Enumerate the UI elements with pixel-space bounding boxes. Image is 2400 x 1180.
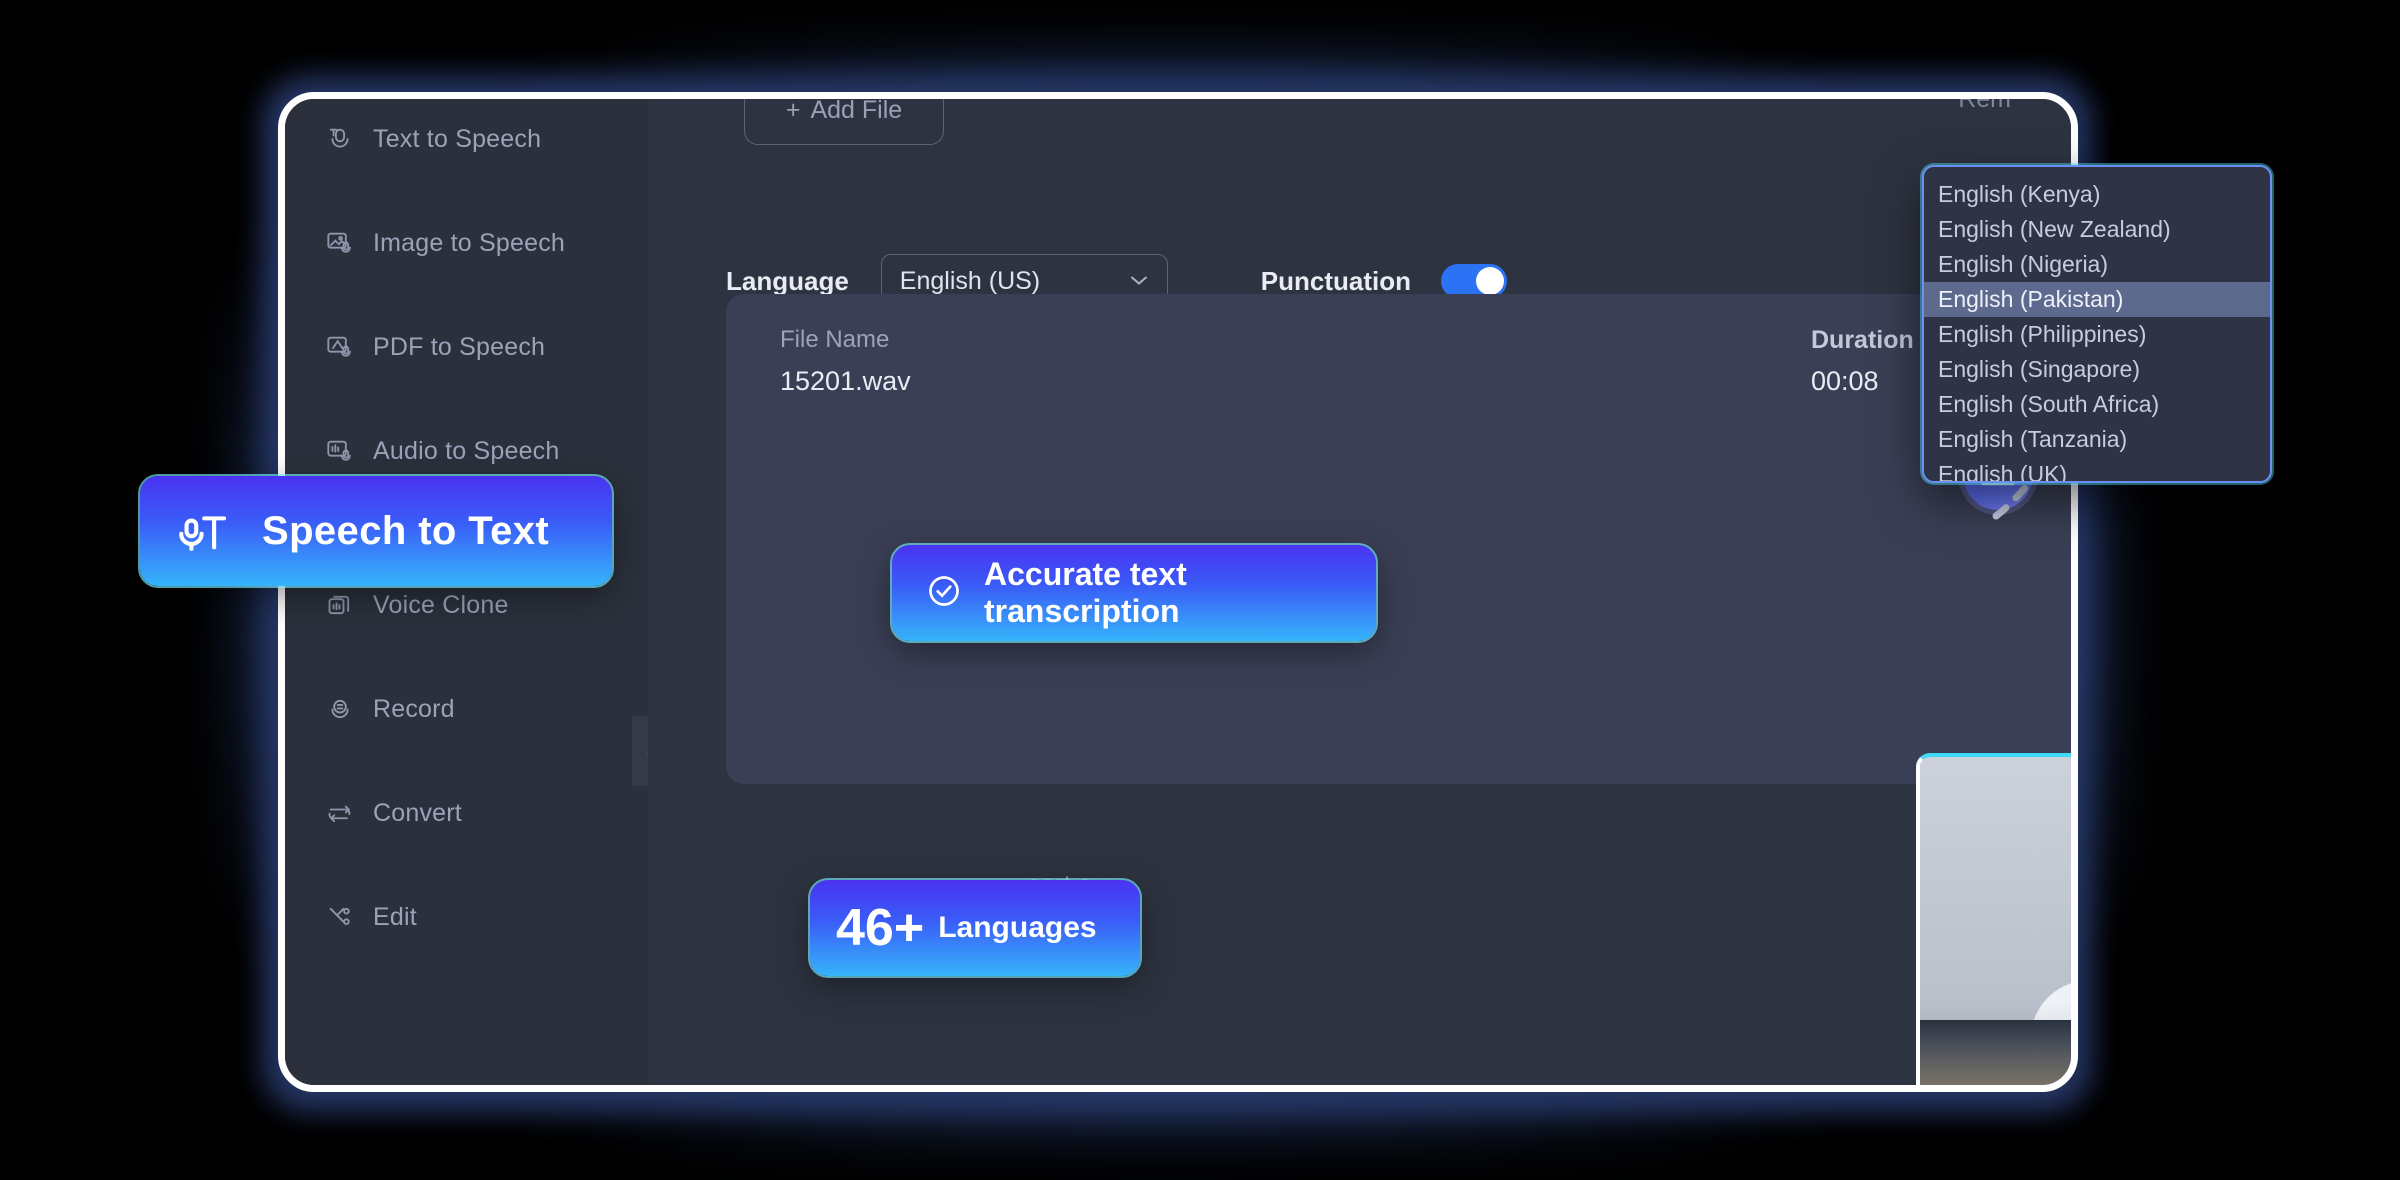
speech-to-text-badge[interactable]: Speech to Text — [138, 474, 614, 588]
sidebar-item-label: Audio to Speech — [373, 436, 560, 465]
languages-count: 46+ — [836, 899, 925, 957]
check-circle-icon — [926, 573, 962, 614]
file-name-value: 15201.wav — [780, 366, 911, 396]
sidebar-item-label: Voice Clone — [373, 590, 509, 619]
add-file-label: Add File — [810, 95, 903, 124]
language-select-value: English (US) — [899, 266, 1041, 295]
sidebar-item-convert[interactable]: Convert — [285, 779, 648, 847]
language-option[interactable]: English (Kenya) — [1924, 177, 2270, 212]
sidebar-item-label: PDF to Speech — [373, 332, 546, 361]
plus-icon: + — [785, 95, 801, 124]
sidebar-item-label: Convert — [373, 798, 462, 827]
file-info-card: File Name 15201.wav Duration 00:08 port … — [726, 294, 2071, 899]
video-frame-image — [1920, 757, 2071, 1085]
sidebar-item-image-to-speech[interactable]: Image to Speech — [285, 209, 648, 277]
remove-label[interactable]: Rem — [1958, 99, 2011, 114]
screenshot-stage: Text to Speech Image to Speech PDF to Sp… — [0, 0, 2400, 1180]
sidebar-item-text-to-speech[interactable]: Text to Speech — [285, 105, 648, 173]
edit-scissors-icon — [325, 902, 355, 932]
duration-label: Duration — [1811, 326, 1914, 354]
language-option[interactable]: English (UK) — [1924, 457, 2270, 481]
punctuation-toggle[interactable] — [1441, 264, 1508, 298]
image-to-speech-icon — [325, 228, 355, 258]
sidebar-item-pdf-to-speech[interactable]: PDF to Speech — [285, 313, 648, 381]
audio-to-speech-icon — [325, 436, 355, 466]
convert-icon — [325, 798, 355, 828]
language-option[interactable]: English (New Zealand) — [1924, 212, 2270, 247]
accurate-transcription-badge[interactable]: Accurate text transcription — [890, 543, 1378, 643]
languages-count-badge[interactable]: 46+ Languages — [808, 878, 1142, 978]
sidebar-item-edit[interactable]: Edit — [285, 883, 648, 951]
language-option[interactable]: English (South Africa) — [1924, 387, 2270, 422]
language-option-selected[interactable]: English (Pakistan) — [1924, 282, 2270, 317]
text-to-speech-icon — [325, 124, 355, 154]
sidebar-item-label: Record — [373, 694, 455, 723]
languages-label: Languages — [938, 911, 1097, 944]
toggle-knob — [1476, 267, 1505, 295]
file-name-label: File Name — [780, 326, 890, 353]
language-option[interactable]: English (Tanzania) — [1924, 422, 2270, 457]
language-option[interactable]: English (Singapore) — [1924, 352, 2270, 387]
video-preview-panel[interactable]: 2:40/3:08 — [1916, 753, 2071, 1085]
punctuation-label: Punctuation — [1260, 265, 1412, 296]
chevron-down-icon — [1129, 270, 1149, 293]
sidebar: Text to Speech Image to Speech PDF to Sp… — [285, 99, 648, 1085]
sidebar-item-label: Text to Speech — [373, 124, 542, 153]
speech-to-text-badge-label: Speech to Text — [262, 508, 550, 553]
sidebar-item-record[interactable]: Record — [285, 675, 648, 743]
language-dropdown-menu[interactable]: English (Kenya) English (New Zealand) En… — [1922, 165, 2272, 483]
sidebar-item-audio-to-speech[interactable]: Audio to Speech — [285, 417, 648, 485]
voice-clone-icon — [325, 590, 355, 620]
add-file-button[interactable]: + Add File — [744, 95, 944, 145]
accurate-transcription-label: Accurate text transcription — [984, 556, 1187, 629]
pdf-to-speech-icon — [325, 332, 355, 362]
mic-text-icon — [174, 500, 232, 563]
duration-value: 00:08 — [1811, 366, 1879, 396]
record-icon — [325, 694, 355, 724]
video-vignette — [1920, 757, 2071, 1085]
language-option[interactable]: English (Philippines) — [1924, 317, 2270, 352]
language-option[interactable]: English (Nigeria) — [1924, 247, 2270, 282]
sidebar-item-label: Edit — [373, 902, 417, 931]
sidebar-item-label: Image to Speech — [373, 228, 566, 257]
language-label: Language — [726, 265, 849, 296]
